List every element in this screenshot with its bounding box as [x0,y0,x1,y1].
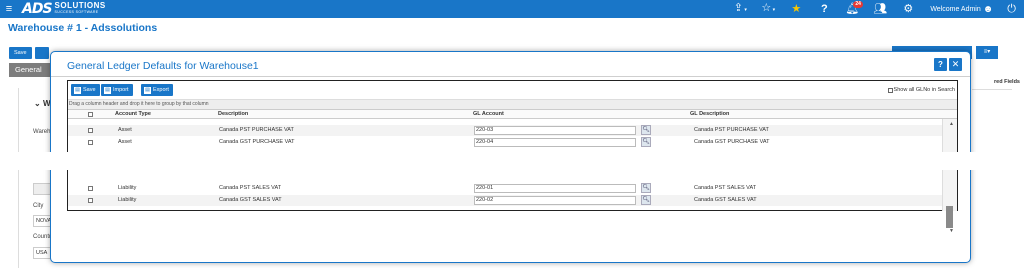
tab-general[interactable]: General [9,63,53,77]
grid-toolbar: ▤ Save ▤ Import ▤ Export Show all GLNo i… [68,81,957,99]
gl-lookup-search-icon[interactable]: 🔍︎ [641,195,651,205]
scroll-down-arrow-icon[interactable]: ▼ [949,228,954,234]
scroll-up-arrow-icon[interactable]: ▲ [949,121,954,127]
table-row[interactable]: Liability Canada PST SALES VAT 220-01 🔍︎… [68,183,943,194]
header-gl-account[interactable]: GL Account [473,110,504,119]
logo-name: SOLUTIONS [54,1,106,10]
export-icon: ▤ [144,86,151,94]
hamburger-menu-icon[interactable]: ≡ [0,0,18,18]
gl-account-input[interactable]: 220-03 [474,126,636,135]
modal-close-button[interactable]: ✕ [949,58,962,71]
gl-account-input[interactable]: 220-01 [474,184,636,193]
show-all-glno-checkbox[interactable]: Show all GLNo in Search [887,87,955,93]
gl-lookup-search-icon[interactable]: 🔍︎ [641,125,651,135]
required-fields-note: red Fields [994,79,1020,85]
header-account-type[interactable]: Account Type [115,110,151,119]
city-label: City [33,203,44,209]
bookmark-star-icon[interactable]: ★ [782,0,810,18]
gl-account-input[interactable]: 220-04 [474,138,636,147]
gl-lookup-search-icon[interactable]: 🔍︎ [641,137,651,147]
users-icon[interactable]: 👥︎ [866,0,894,18]
gl-account-input[interactable]: 220-02 [474,196,636,205]
import-icon: ▤ [104,86,111,94]
logout-power-icon[interactable]: ⏻ [1007,3,1016,16]
select-all-checkbox[interactable] [88,112,93,117]
screenshot-gap [0,152,1024,170]
welcome-text[interactable]: Welcome Admin [930,6,980,13]
scrollbar-thumb[interactable] [946,206,953,228]
logo-mark: ADS [22,1,53,17]
table-row[interactable]: Asset Canada GST PURCHASE VAT 220-04 🔍︎ … [68,137,943,148]
grid-header-row: Account Type Description GL Account GL D… [68,109,957,119]
save-icon: ▤ [74,86,81,94]
row-checkbox[interactable] [88,186,93,191]
header-description[interactable]: Description [218,110,248,119]
modal-title: General Ledger Defaults for Warehouse1 [67,60,259,72]
help-icon[interactable]: ? [810,0,838,18]
settings-gear-icon[interactable]: ⚙ [894,0,922,18]
modal-help-button[interactable]: ? [934,58,947,71]
row-checkbox[interactable] [88,128,93,133]
table-row[interactable]: Asset Canada PST PURCHASE VAT 220-03 🔍︎ … [68,125,943,136]
user-avatar-icon[interactable]: ☻ [983,4,994,15]
header-gl-description[interactable]: GL Description [690,110,729,119]
group-by-bar[interactable]: Drag a column header and drop it here to… [68,99,957,109]
page-dropdown-button[interactable]: ≡▾ [976,46,998,59]
notifications-bell-icon[interactable]: 🔔︎ 24 [838,0,866,18]
page-toolbar-button[interactable] [34,47,49,59]
top-navbar: ≡ ADS SOLUTIONS SUCCESS SOFTWARE ⇪ ▾ ☆ ▾… [0,0,1024,18]
table-row[interactable]: Liability Canada GST SALES VAT 220-02 🔍︎… [68,195,943,206]
company-logo[interactable]: ADS SOLUTIONS SUCCESS SOFTWARE [22,1,106,17]
grid-export-button[interactable]: ▤ Export [141,84,173,96]
page-save-button[interactable]: Save [9,47,32,59]
row-checkbox[interactable] [88,198,93,203]
gl-lookup-search-icon[interactable]: 🔍︎ [641,183,651,193]
grid-import-button[interactable]: ▤ Import [101,84,133,96]
gl-defaults-grid: ▤ Save ▤ Import ▤ Export Show all GLNo i… [67,80,958,234]
row-checkbox[interactable] [88,140,93,145]
share-icon[interactable]: ⇪ ▾ [726,0,754,19]
favorites-star-icon[interactable]: ☆ ▾ [754,0,782,19]
logo-tagline: SUCCESS SOFTWARE [54,10,99,14]
grid-save-button[interactable]: ▤ Save [71,84,100,96]
page-title: Warehouse # 1 - Adssolutions [8,22,158,34]
notification-badge: 24 [853,1,863,8]
